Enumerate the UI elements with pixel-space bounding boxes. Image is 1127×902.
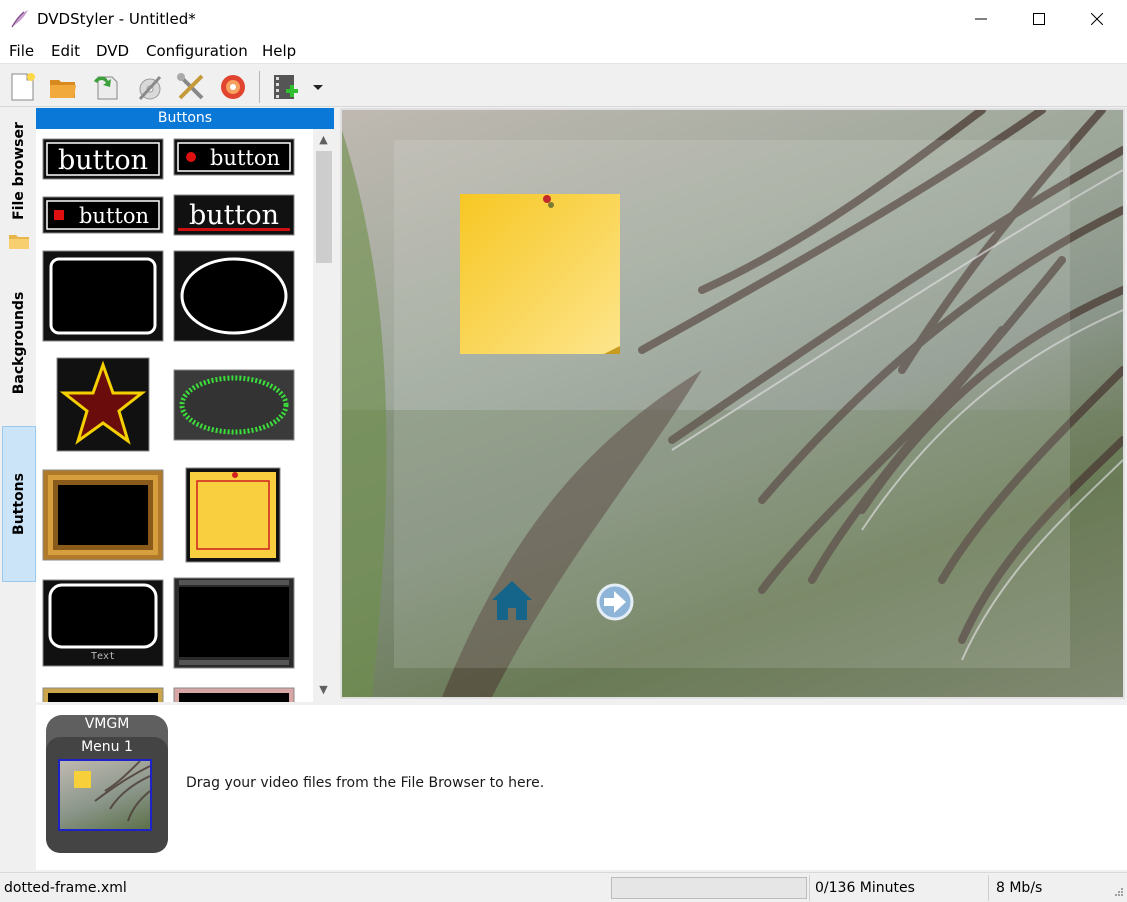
progress-bar bbox=[611, 877, 807, 899]
burn-disc-icon[interactable] bbox=[134, 71, 166, 103]
maximize-icon bbox=[1033, 13, 1045, 25]
close-button[interactable] bbox=[1068, 0, 1126, 38]
star-frame-thumb[interactable] bbox=[56, 357, 150, 452]
background-image bbox=[342, 110, 1123, 697]
button-thumbnails: button button button button Text bbox=[36, 129, 313, 702]
scroll-up-icon[interactable]: ▲ bbox=[313, 131, 334, 149]
menu-bar: File Edit DVD Configuration Help bbox=[0, 38, 1127, 64]
maximize-button[interactable] bbox=[1010, 0, 1068, 38]
status-divider bbox=[988, 875, 989, 901]
tab-label: File browser bbox=[11, 122, 27, 220]
thumb-text: button bbox=[210, 146, 280, 170]
button-square-thumb[interactable]: button bbox=[42, 196, 164, 234]
green-ellipse-frame-thumb[interactable] bbox=[173, 369, 295, 441]
open-folder-icon[interactable] bbox=[47, 71, 79, 103]
toolbar-separator bbox=[259, 71, 260, 103]
status-minutes: 0/136 Minutes bbox=[815, 880, 915, 896]
vmgm-group[interactable]: VMGM Menu 1 bbox=[46, 715, 168, 853]
titleset-area: VMGM Menu 1 Drag your video files from t… bbox=[36, 705, 1127, 870]
menu-configuration[interactable]: Configuration bbox=[146, 42, 248, 60]
scroll-down-icon[interactable]: ▼ bbox=[313, 681, 334, 699]
menu-label: Menu 1 bbox=[81, 739, 133, 755]
button-text-thumb[interactable]: button bbox=[42, 138, 164, 180]
scroll-thumb[interactable] bbox=[316, 151, 332, 263]
sticky-note-button[interactable] bbox=[460, 194, 620, 354]
folder-icon bbox=[9, 235, 29, 249]
thumb-text: button bbox=[189, 200, 279, 231]
chevron-down-icon[interactable] bbox=[308, 71, 328, 103]
tab-file-browser[interactable]: File browser bbox=[2, 116, 36, 226]
pink-frame-thumb[interactable] bbox=[173, 687, 295, 702]
drop-hint: Drag your video files from the File Brow… bbox=[186, 775, 545, 791]
toolbar bbox=[0, 65, 1127, 107]
burn-dvd-icon[interactable] bbox=[217, 71, 249, 103]
close-icon bbox=[1091, 13, 1103, 25]
add-video-icon[interactable] bbox=[270, 71, 302, 103]
status-filename: dotted-frame.xml bbox=[4, 880, 127, 896]
menu-editor-canvas[interactable] bbox=[340, 108, 1125, 699]
status-bar: dotted-frame.xml 0/136 Minutes 8 Mb/s bbox=[0, 872, 1127, 902]
tab-buttons[interactable]: Buttons bbox=[2, 426, 36, 582]
tab-label: Backgrounds bbox=[11, 291, 27, 395]
save-icon[interactable] bbox=[90, 71, 122, 103]
minimize-icon bbox=[975, 18, 987, 20]
panel-title: Buttons bbox=[36, 108, 334, 129]
menu-thumbnail-image bbox=[74, 761, 150, 822]
gold-frame-thumb[interactable] bbox=[42, 469, 164, 561]
arrow-right-icon[interactable] bbox=[596, 583, 634, 621]
thumb-text: Text bbox=[91, 651, 115, 662]
button-dot-thumb[interactable]: button bbox=[173, 138, 295, 176]
title-bar: DVDStyler - Untitled* bbox=[0, 0, 1127, 38]
thumb-text: button bbox=[79, 204, 149, 228]
menu-dvd[interactable]: DVD bbox=[96, 42, 129, 60]
button-underline-thumb[interactable]: button bbox=[173, 194, 295, 236]
menu-item-1[interactable]: Menu 1 bbox=[46, 737, 168, 853]
rounded-rectangle-frame-thumb[interactable] bbox=[42, 250, 164, 342]
buttons-panel: Buttons button button button button Text… bbox=[36, 108, 334, 702]
dvdstyler-window: DVDStyler - Untitled* File Edit DVD Conf… bbox=[0, 0, 1127, 902]
resize-grip-icon[interactable] bbox=[1110, 885, 1124, 899]
tab-label: Buttons bbox=[11, 473, 27, 535]
new-document-icon[interactable] bbox=[6, 71, 38, 103]
vmgm-label: VMGM bbox=[84, 716, 130, 732]
settings-tools-icon[interactable] bbox=[175, 71, 207, 103]
menu-help[interactable]: Help bbox=[262, 42, 296, 60]
text-frame-thumb[interactable]: Text bbox=[42, 579, 164, 667]
sticky-note-thumb[interactable] bbox=[185, 467, 281, 563]
minimize-button[interactable] bbox=[952, 0, 1010, 38]
menu-thumbnail[interactable] bbox=[58, 759, 152, 831]
pin-icon bbox=[543, 195, 551, 203]
filmstrip-frame-thumb[interactable] bbox=[173, 577, 295, 669]
window-title: DVDStyler - Untitled* bbox=[37, 10, 196, 28]
panel-scrollbar[interactable]: ▲ ▼ bbox=[313, 129, 334, 702]
side-tabs: File browser Backgrounds Buttons bbox=[0, 108, 36, 870]
tab-backgrounds[interactable]: Backgrounds bbox=[2, 278, 36, 408]
dvdstyler-logo-icon bbox=[11, 10, 28, 28]
thumb-text: button bbox=[58, 145, 148, 176]
menu-file[interactable]: File bbox=[9, 42, 34, 60]
black-frame-thumb[interactable] bbox=[42, 687, 164, 702]
ellipse-frame-thumb[interactable] bbox=[173, 250, 295, 342]
status-divider bbox=[809, 875, 810, 901]
status-bitrate: 8 Mb/s bbox=[996, 880, 1043, 896]
menu-edit[interactable]: Edit bbox=[51, 42, 80, 60]
